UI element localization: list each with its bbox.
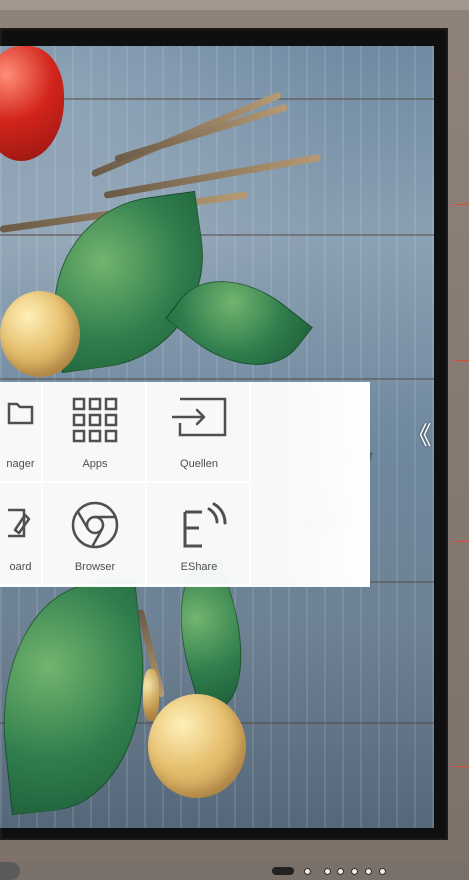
- control-button[interactable]: [324, 868, 331, 875]
- whiteboard-icon: [7, 508, 30, 538]
- top-bezel: [0, 0, 469, 10]
- control-button[interactable]: [304, 868, 311, 875]
- eshare-icon: [183, 502, 227, 548]
- launcher-menu: nager Apps Quellen oard Browser EShare: [0, 382, 370, 587]
- side-marker: [454, 766, 469, 767]
- wood-line: [0, 234, 434, 236]
- bottom-bezel: [0, 862, 469, 880]
- control-button[interactable]: [365, 868, 372, 875]
- chrome-icon: [71, 501, 119, 549]
- apps-label: Apps: [82, 458, 108, 470]
- menu-grid: nager Apps Quellen oard Browser EShare: [0, 382, 370, 587]
- leaf-image: [0, 578, 159, 816]
- red-pepper-image: [0, 46, 64, 161]
- browser-label: Browser: [74, 561, 116, 573]
- control-button[interactable]: [337, 868, 344, 875]
- browser-tile[interactable]: Browser: [45, 485, 147, 586]
- eshare-label: EShare: [180, 561, 218, 573]
- files-manager-tile[interactable]: nager: [0, 382, 43, 483]
- fruit-image: [143, 669, 159, 721]
- power-button[interactable]: [272, 867, 294, 875]
- control-button[interactable]: [351, 868, 358, 875]
- home-screen: nager Apps Quellen oard Browser EShare: [0, 46, 434, 828]
- fruit-image: [148, 694, 246, 798]
- whiteboard-label: oard: [9, 561, 32, 573]
- stem-image: [103, 153, 322, 199]
- apps-tile[interactable]: Apps: [45, 382, 147, 483]
- display-device: nager Apps Quellen oard Browser EShare 《: [0, 0, 469, 880]
- quellen-label: Quellen: [180, 458, 218, 470]
- eshare-tile[interactable]: EShare: [149, 485, 251, 586]
- side-marker: [454, 541, 469, 542]
- fruit-image: [0, 291, 80, 377]
- source-icon: [172, 397, 227, 437]
- control-button[interactable]: [379, 868, 386, 875]
- folder-icon: [7, 402, 33, 425]
- wood-line: [0, 378, 434, 380]
- wood-line: [0, 98, 434, 100]
- left-bezel-knob: [0, 862, 20, 880]
- files-manager-label: nager: [6, 458, 35, 470]
- chevron-left-icon[interactable]: 《: [405, 422, 433, 450]
- grid-icon: [72, 397, 118, 443]
- whiteboard-tile[interactable]: oard: [0, 485, 43, 586]
- quellen-tile[interactable]: Quellen: [149, 382, 251, 483]
- side-marker: [454, 204, 469, 205]
- stem-image: [113, 103, 289, 163]
- side-marker: [454, 360, 469, 361]
